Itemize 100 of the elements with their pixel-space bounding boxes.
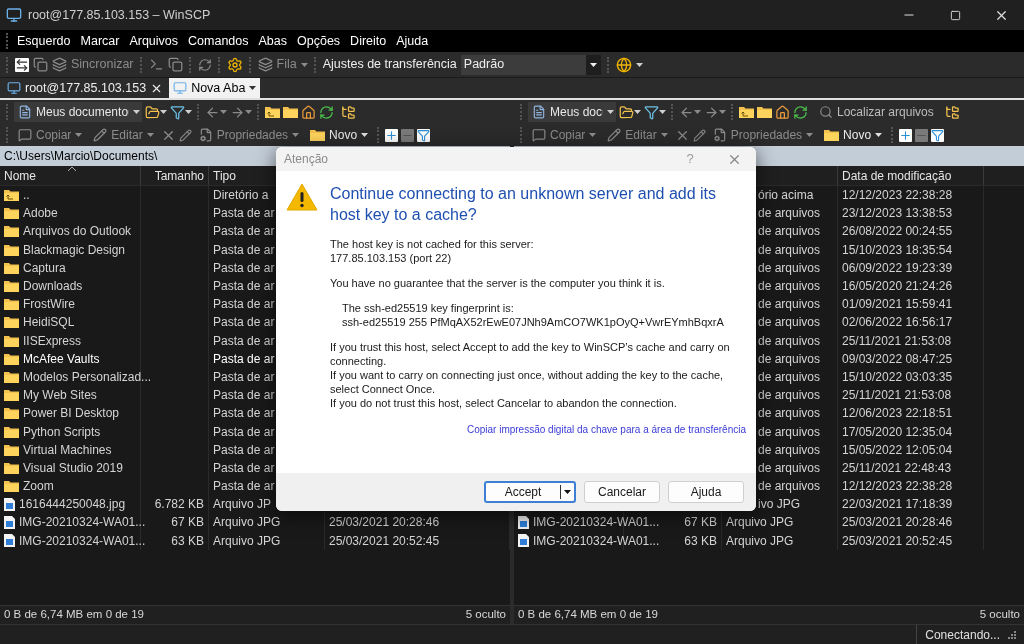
transfer-settings-label: Ajustes de transferência bbox=[322, 56, 457, 74]
caret-icon bbox=[300, 62, 308, 67]
menu-item[interactable]: Ajuda bbox=[392, 31, 433, 51]
file-name[interactable]: McAfee Vaults bbox=[23, 349, 100, 368]
message-text: You have no guarantee that the server is the computer you think it is. bbox=[330, 276, 666, 290]
menu-item[interactable]: Direito bbox=[346, 31, 391, 51]
menu-item[interactable]: Abas bbox=[254, 31, 291, 51]
menu-item[interactable]: Arquivos bbox=[125, 31, 183, 51]
compare-icon[interactable] bbox=[15, 57, 29, 72]
image-file-icon bbox=[4, 534, 15, 548]
refresh-icon[interactable] bbox=[319, 104, 334, 120]
file-name[interactable]: IMG-20210324-WA01... bbox=[533, 513, 660, 532]
settings-icon[interactable] bbox=[226, 56, 243, 73]
folder-icon bbox=[4, 480, 19, 493]
edit-icon bbox=[607, 128, 622, 142]
file-name[interactable]: Power BI Desktop bbox=[23, 404, 120, 423]
column-header[interactable]: Data de modificação bbox=[842, 166, 952, 185]
file-name[interactable]: Virtual Machines bbox=[23, 440, 112, 459]
monitor-icon bbox=[7, 81, 21, 95]
file-name[interactable]: IMG-20210324-WA01... bbox=[19, 513, 146, 532]
file-name[interactable]: Blackmagic Design bbox=[23, 240, 126, 259]
refresh-icon[interactable] bbox=[197, 57, 212, 72]
folder-icon bbox=[4, 425, 19, 438]
rename-icon[interactable] bbox=[692, 128, 706, 142]
column-header[interactable]: Tamanho bbox=[154, 166, 204, 185]
location-dropdown[interactable]: Meus doc bbox=[528, 102, 616, 122]
open-folder-icon[interactable] bbox=[145, 104, 167, 120]
dialog-button[interactable]: Accept bbox=[484, 481, 576, 503]
globe-sync-icon[interactable] bbox=[615, 56, 643, 73]
fingerprint-text: ssh-ed25519 255 PfMqAX52rEwE07JNh9AmCO7WK1pOyQ+VwrEYmhBqxrA bbox=[342, 315, 725, 329]
column-header[interactable]: Tipo bbox=[213, 166, 236, 185]
modified-date: 25/03/2021 20:52:45 bbox=[329, 532, 440, 550]
folder-icon bbox=[4, 298, 19, 311]
toolbar-button[interactable]: Novo bbox=[306, 125, 373, 145]
tree-icon[interactable] bbox=[944, 104, 960, 120]
plus-icon[interactable] bbox=[899, 128, 913, 142]
file-type: de arquivos bbox=[758, 296, 821, 314]
root-folder-icon[interactable] bbox=[757, 106, 772, 118]
file-name[interactable]: My Web Sites bbox=[23, 386, 97, 405]
parent-folder-icon bbox=[4, 189, 19, 202]
file-name[interactable]: Adobe bbox=[23, 204, 58, 223]
file-name[interactable]: Arquivos do Outlook bbox=[23, 222, 132, 241]
file-type: Arquivo JPG bbox=[213, 514, 281, 532]
column-header[interactable]: Nome bbox=[4, 166, 36, 185]
open-folder-icon[interactable] bbox=[619, 104, 641, 120]
forward-arrow-icon[interactable] bbox=[704, 104, 726, 120]
search-icon bbox=[819, 105, 833, 119]
menu-item[interactable]: Esquerdo bbox=[13, 31, 75, 51]
filter-icon[interactable] bbox=[417, 128, 431, 142]
menu-item[interactable]: Comandos bbox=[184, 31, 253, 51]
minus-icon[interactable] bbox=[401, 128, 415, 142]
copy-fingerprint-link[interactable]: Copiar impressão digital da chave para a área de transferência bbox=[466, 423, 746, 437]
terminal-icon[interactable] bbox=[148, 57, 164, 72]
file-type: de arquivos bbox=[758, 423, 821, 441]
dialog-button[interactable]: Cancelar bbox=[584, 481, 660, 503]
tab[interactable]: Nova Aba bbox=[169, 78, 261, 98]
dialog-button[interactable]: Ajuda bbox=[668, 481, 744, 503]
file-name[interactable]: IMG-20210324-WA01... bbox=[19, 531, 146, 550]
file-type: Pasta de ar bbox=[213, 205, 275, 223]
forward-arrow-icon[interactable] bbox=[230, 104, 252, 120]
tree-icon[interactable] bbox=[341, 104, 356, 120]
filter-icon[interactable] bbox=[931, 128, 945, 142]
file-name[interactable]: Modelos Personalizad... bbox=[23, 367, 152, 386]
home-icon[interactable] bbox=[301, 104, 316, 120]
file-name[interactable]: IMG-20210324-WA01... bbox=[533, 531, 660, 550]
file-type: Pasta de ar bbox=[213, 241, 275, 259]
monitor-icon bbox=[173, 81, 188, 95]
file-name[interactable]: HeidiSQL bbox=[23, 313, 75, 332]
menu-item[interactable]: Opções bbox=[293, 31, 345, 51]
rename-icon[interactable] bbox=[178, 128, 192, 142]
plus-icon[interactable] bbox=[385, 128, 399, 142]
root-folder-icon[interactable] bbox=[283, 106, 298, 118]
find-files-button[interactable]: Localizar arquivos bbox=[815, 103, 938, 121]
file-name[interactable]: Downloads bbox=[23, 277, 83, 296]
caret-icon bbox=[875, 133, 883, 137]
file-name[interactable]: .. bbox=[23, 186, 30, 205]
home-icon[interactable] bbox=[775, 104, 790, 120]
file-size: 67 KB bbox=[171, 514, 204, 532]
file-name[interactable]: FrostWire bbox=[23, 295, 75, 314]
file-name[interactable]: Captura bbox=[23, 258, 66, 277]
caret-icon bbox=[361, 133, 369, 137]
toolbar-button[interactable]: Novo bbox=[820, 125, 887, 145]
file-name[interactable]: Zoom bbox=[23, 477, 54, 496]
file-type: Pasta de ar bbox=[213, 296, 275, 314]
refresh-icon[interactable] bbox=[793, 104, 808, 120]
transfer-preset-dropdown[interactable]: Padrão bbox=[460, 54, 601, 75]
folder-icon bbox=[4, 334, 19, 347]
filter-icon[interactable] bbox=[170, 104, 192, 120]
filter-icon[interactable] bbox=[644, 104, 666, 120]
location-dropdown[interactable]: Meus documento bbox=[14, 102, 142, 122]
file-name[interactable]: IISExpress bbox=[23, 331, 82, 350]
split-arrow[interactable] bbox=[560, 485, 574, 499]
back-arrow-icon[interactable] bbox=[679, 104, 701, 120]
file-name[interactable]: Python Scripts bbox=[23, 422, 101, 441]
menu-item[interactable]: Marcar bbox=[76, 31, 124, 51]
file-name[interactable]: 1616444250048.jpg bbox=[19, 495, 126, 514]
minus-icon[interactable] bbox=[915, 128, 929, 142]
back-arrow-icon[interactable] bbox=[205, 104, 227, 120]
file-name[interactable]: Visual Studio 2019 bbox=[23, 458, 123, 477]
file-type: de arquivos bbox=[758, 441, 821, 459]
